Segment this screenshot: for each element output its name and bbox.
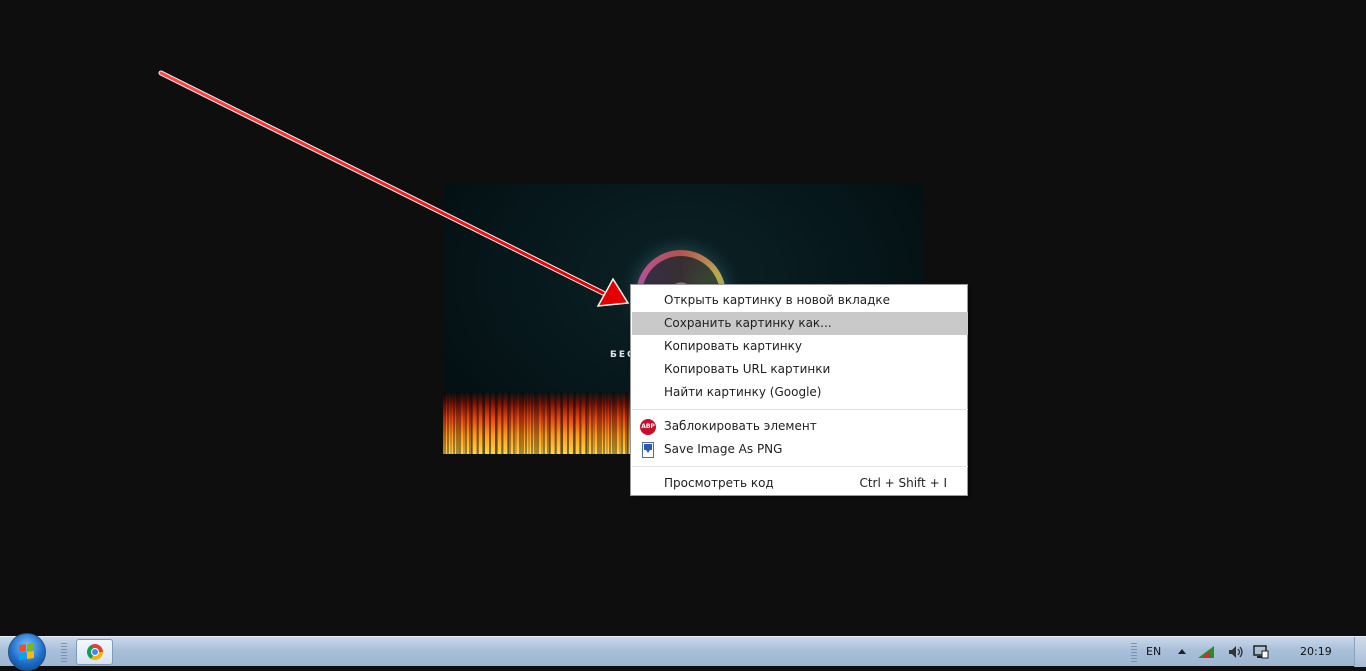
windows-start-orb-icon[interactable] <box>8 633 46 671</box>
menu-item-label: Найти картинку (Google) <box>664 385 822 399</box>
action-center-icon[interactable] <box>1253 645 1269 659</box>
menu-item-copy-image[interactable]: Копировать картинку <box>632 335 968 358</box>
taskbar-chrome-button[interactable] <box>76 639 113 665</box>
menu-item-label: Заблокировать элемент <box>664 419 817 433</box>
menu-item-label: Save Image As PNG <box>664 442 783 456</box>
taskbar: EN 20:19 <box>0 633 1366 671</box>
menu-item-block-element[interactable]: ABP Заблокировать элемент <box>632 415 968 438</box>
adblock-plus-icon: ABP <box>640 419 656 435</box>
taskbar-grip[interactable] <box>61 642 67 662</box>
menu-item-copy-image-url[interactable]: Копировать URL картинки <box>632 358 968 381</box>
menu-separator <box>632 409 968 410</box>
menu-item-save-image-as[interactable]: Сохранить картинку как... <box>632 312 968 335</box>
menu-item-label: Открыть картинку в новой вкладке <box>664 293 891 307</box>
menu-item-shortcut: Ctrl + Shift + I <box>859 476 947 490</box>
show-desktop-button[interactable] <box>1354 637 1366 667</box>
show-hidden-icons-icon[interactable] <box>1178 649 1186 654</box>
network-icon[interactable] <box>1197 645 1215 659</box>
volume-icon[interactable] <box>1228 645 1244 659</box>
menu-item-inspect-element[interactable]: Просмотреть код Ctrl + Shift + I <box>632 472 968 495</box>
context-menu: Открыть картинку в новой вкладке Сохрани… <box>630 284 968 496</box>
menu-item-label: Сохранить картинку как... <box>664 316 832 330</box>
menu-item-open-image-new-tab[interactable]: Открыть картинку в новой вкладке <box>632 289 968 312</box>
menu-item-label: Просмотреть код <box>664 476 774 490</box>
chrome-icon <box>87 644 103 660</box>
browser-viewport: БЕС Открыть картинку в новой вкладке Сох… <box>0 0 1366 636</box>
menu-item-save-image-as-png[interactable]: Save Image As PNG <box>632 438 968 461</box>
menu-item-label: Копировать картинку <box>664 339 802 353</box>
save-png-icon <box>642 442 654 458</box>
menu-item-search-image-google[interactable]: Найти картинку (Google) <box>632 381 968 404</box>
menu-item-label: Копировать URL картинки <box>664 362 831 376</box>
tray-grip[interactable] <box>1131 642 1137 662</box>
menu-separator <box>632 466 968 467</box>
language-indicator[interactable]: EN <box>1146 637 1161 667</box>
taskbar-clock[interactable]: 20:19 <box>1300 637 1332 667</box>
